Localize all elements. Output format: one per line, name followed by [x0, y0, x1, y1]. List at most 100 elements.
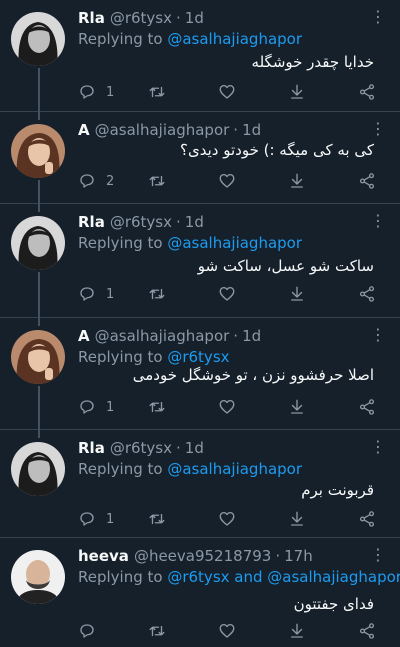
thread-line — [38, 430, 40, 438]
display-name[interactable]: Rla — [78, 439, 105, 457]
replying-to: Replying to @asalhajiaghapor — [78, 30, 302, 48]
replying-conjunction: and — [229, 568, 268, 586]
thread-line — [38, 318, 40, 326]
reply-button[interactable]: 1 — [78, 508, 114, 530]
reply-icon — [78, 83, 96, 101]
more-icon[interactable]: ⋮ — [370, 8, 386, 28]
timestamp[interactable]: 1d — [185, 9, 204, 27]
share-icon — [358, 622, 376, 640]
user-handle[interactable]: @asalhajiaghapor — [95, 121, 230, 139]
user-handle[interactable]: @r6tysx — [110, 9, 172, 27]
download-button[interactable] — [288, 620, 306, 642]
avatar[interactable] — [11, 12, 65, 66]
more-icon[interactable]: ⋮ — [370, 212, 386, 232]
download-button[interactable] — [288, 396, 306, 418]
more-icon[interactable]: ⋮ — [370, 326, 386, 346]
like-button[interactable] — [218, 396, 236, 418]
reply-button[interactable]: 1 — [78, 283, 114, 305]
timestamp[interactable]: 1d — [242, 121, 261, 139]
tweet[interactable]: heeva @heeva95218793 · 17h ⋮ Replying to… — [0, 538, 400, 647]
tweet[interactable]: Rla @r6tysx · 1d ⋮ Replying to @asalhaji… — [0, 204, 400, 318]
share-button[interactable] — [358, 508, 376, 530]
more-icon[interactable]: ⋮ — [370, 438, 386, 458]
avatar[interactable] — [11, 330, 65, 384]
share-icon — [358, 172, 376, 190]
share-button[interactable] — [358, 620, 376, 642]
reply-count: 2 — [106, 173, 115, 189]
like-button[interactable] — [218, 283, 236, 305]
like-icon — [218, 172, 236, 190]
user-handle[interactable]: @asalhajiaghapor — [95, 327, 230, 345]
retweet-icon — [148, 398, 166, 416]
timestamp[interactable]: 1d — [242, 327, 261, 345]
share-button[interactable] — [358, 396, 376, 418]
replying-prefix: Replying to — [78, 460, 168, 478]
mention-link[interactable]: @r6tysx — [167, 568, 229, 586]
reply-icon — [78, 398, 96, 416]
retweet-button[interactable] — [148, 396, 166, 418]
avatar[interactable] — [11, 124, 65, 178]
separator-dot: · — [233, 327, 239, 345]
tweet-header: heeva @heeva95218793 · 17h — [78, 546, 313, 566]
retweet-button[interactable] — [148, 81, 166, 103]
retweet-button[interactable] — [148, 283, 166, 305]
share-button[interactable] — [358, 283, 376, 305]
tweet-text: اصلا حرفشوو نزن ، تو خوشگل خودمی — [132, 366, 374, 384]
tweet-header: A @asalhajiaghapor · 1d — [78, 326, 261, 346]
reply-button[interactable] — [78, 620, 106, 642]
reply-button[interactable]: 1 — [78, 81, 114, 103]
retweet-button[interactable] — [148, 170, 166, 192]
display-name[interactable]: Rla — [78, 213, 105, 231]
download-button[interactable] — [288, 283, 306, 305]
reply-icon — [78, 172, 96, 190]
timestamp[interactable]: 1d — [185, 213, 204, 231]
avatar[interactable] — [11, 216, 65, 270]
tweet[interactable]: A @asalhajiaghapor · 1d ⋮ Replying to @r… — [0, 318, 400, 430]
avatar[interactable] — [11, 550, 65, 604]
tweet[interactable]: A @asalhajiaghapor · 1d ⋮ کی به کی میگه … — [0, 112, 400, 204]
like-button[interactable] — [218, 620, 236, 642]
tweet[interactable]: Rla @r6tysx · 1d ⋮ Replying to @asalhaji… — [0, 0, 400, 112]
more-icon[interactable]: ⋮ — [370, 546, 386, 566]
timestamp[interactable]: 17h — [284, 547, 313, 565]
share-icon — [358, 398, 376, 416]
retweet-icon — [148, 285, 166, 303]
download-button[interactable] — [288, 81, 306, 103]
reply-icon — [78, 510, 96, 528]
mention-link[interactable]: @asalhajiaghapor — [167, 234, 302, 252]
reply-button[interactable]: 1 — [78, 396, 114, 418]
mention-link[interactable]: @asalhajiaghapor — [167, 30, 302, 48]
mention-link[interactable]: @asalhajiaghapor — [167, 460, 302, 478]
share-icon — [358, 285, 376, 303]
like-button[interactable] — [218, 508, 236, 530]
display-name[interactable]: A — [78, 121, 90, 139]
separator-dot: · — [176, 9, 181, 27]
like-icon — [218, 510, 236, 528]
tweet-header: Rla @r6tysx · 1d — [78, 438, 204, 458]
action-bar: 1 — [78, 81, 378, 103]
like-button[interactable] — [218, 81, 236, 103]
display-name[interactable]: heeva — [78, 547, 129, 565]
avatar[interactable] — [11, 442, 65, 496]
download-button[interactable] — [288, 170, 306, 192]
retweet-button[interactable] — [148, 508, 166, 530]
retweet-icon — [148, 622, 166, 640]
reply-button[interactable]: 2 — [78, 170, 114, 192]
tweet-header: Rla @r6tysx · 1d — [78, 8, 204, 28]
display-name[interactable]: A — [78, 327, 90, 345]
timestamp[interactable]: 1d — [185, 439, 204, 457]
user-handle[interactable]: @r6tysx — [110, 439, 172, 457]
like-button[interactable] — [218, 170, 236, 192]
retweet-icon — [148, 510, 166, 528]
display-name[interactable]: Rla — [78, 9, 105, 27]
user-handle[interactable]: @r6tysx — [110, 213, 172, 231]
more-icon[interactable]: ⋮ — [370, 120, 386, 140]
share-button[interactable] — [358, 81, 376, 103]
download-button[interactable] — [288, 508, 306, 530]
user-handle[interactable]: @heeva95218793 — [134, 547, 271, 565]
share-button[interactable] — [358, 170, 376, 192]
tweet[interactable]: Rla @r6tysx · 1d ⋮ Replying to @asalhaji… — [0, 430, 400, 538]
mention-link[interactable]: @r6tysx — [167, 348, 229, 366]
mention-link[interactable]: @asalhajiaghapor — [267, 568, 400, 586]
retweet-button[interactable] — [148, 620, 166, 642]
